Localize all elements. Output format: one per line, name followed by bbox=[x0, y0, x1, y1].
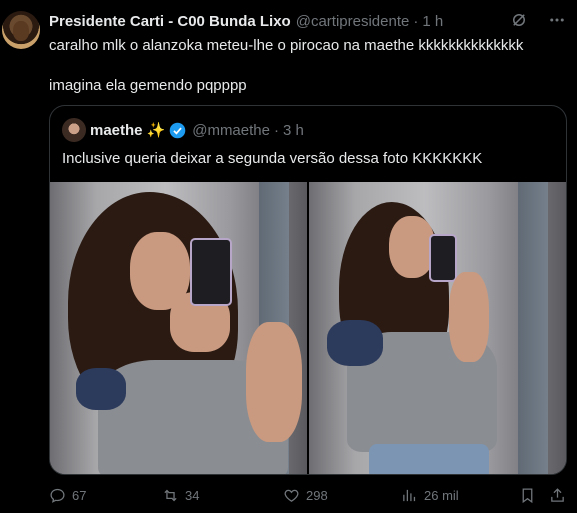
quoted-media bbox=[50, 182, 566, 474]
quoted-author-avatar[interactable] bbox=[62, 118, 86, 142]
retweet-icon bbox=[164, 489, 177, 501]
quoted-author-name[interactable]: maethe bbox=[90, 122, 143, 139]
quoted-tweet-time[interactable]: 3 h bbox=[283, 122, 304, 139]
reply-icon bbox=[50, 488, 65, 503]
tweet-time[interactable]: 1 h bbox=[422, 13, 443, 30]
views-count: 26 mil bbox=[424, 487, 459, 503]
retweet-button[interactable]: 34 bbox=[162, 487, 199, 504]
separator-dot: · bbox=[413, 12, 419, 30]
share-button[interactable] bbox=[549, 487, 566, 504]
heart-icon bbox=[284, 489, 299, 502]
verified-badge-icon bbox=[169, 122, 186, 138]
bookmark-button[interactable] bbox=[519, 487, 536, 504]
share-icon bbox=[551, 487, 564, 502]
photo-2[interactable] bbox=[309, 182, 566, 474]
retweet-count: 34 bbox=[185, 487, 200, 503]
views-icon bbox=[403, 489, 416, 501]
tweet-top-icons bbox=[509, 10, 567, 30]
tweet-actions: 67 34 298 26 mil bbox=[49, 485, 567, 505]
reply-count: 67 bbox=[72, 487, 87, 503]
tweet-text-line-1: caralho mlk o alanzoka meteu-lhe o piroc… bbox=[49, 37, 524, 54]
quoted-tweet-header: maethe ✨ @mmaethe · 3 h bbox=[90, 120, 304, 140]
quoted-separator-dot: · bbox=[273, 121, 279, 139]
grok-icon[interactable] bbox=[509, 10, 529, 30]
author-handle[interactable]: @cartipresidente bbox=[296, 13, 410, 30]
quoted-tweet[interactable]: maethe ✨ @mmaethe · 3 h Inclusive queria… bbox=[49, 105, 567, 475]
sparkle-emoji: ✨ bbox=[146, 122, 166, 139]
more-icon[interactable] bbox=[547, 10, 567, 30]
tweet-text-line-2: imagina ela gemendo pqpppp bbox=[49, 77, 247, 94]
like-count: 298 bbox=[306, 487, 328, 503]
like-button[interactable]: 298 bbox=[283, 487, 328, 504]
author-avatar[interactable] bbox=[2, 11, 40, 49]
bookmark-icon bbox=[522, 487, 533, 503]
quoted-author-handle[interactable]: @mmaethe bbox=[192, 122, 270, 139]
photo-1[interactable] bbox=[50, 182, 307, 474]
views-button[interactable]: 26 mil bbox=[401, 487, 459, 504]
tweet[interactable]: Presidente Carti - C00 Bunda Lixo @carti… bbox=[0, 0, 577, 513]
reply-button[interactable]: 67 bbox=[49, 487, 86, 504]
quoted-tweet-text: Inclusive queria deixar a segunda versão… bbox=[62, 150, 483, 167]
tweet-header: Presidente Carti - C00 Bunda Lixo @carti… bbox=[49, 11, 443, 31]
author-name[interactable]: Presidente Carti - C00 Bunda Lixo bbox=[49, 13, 291, 30]
